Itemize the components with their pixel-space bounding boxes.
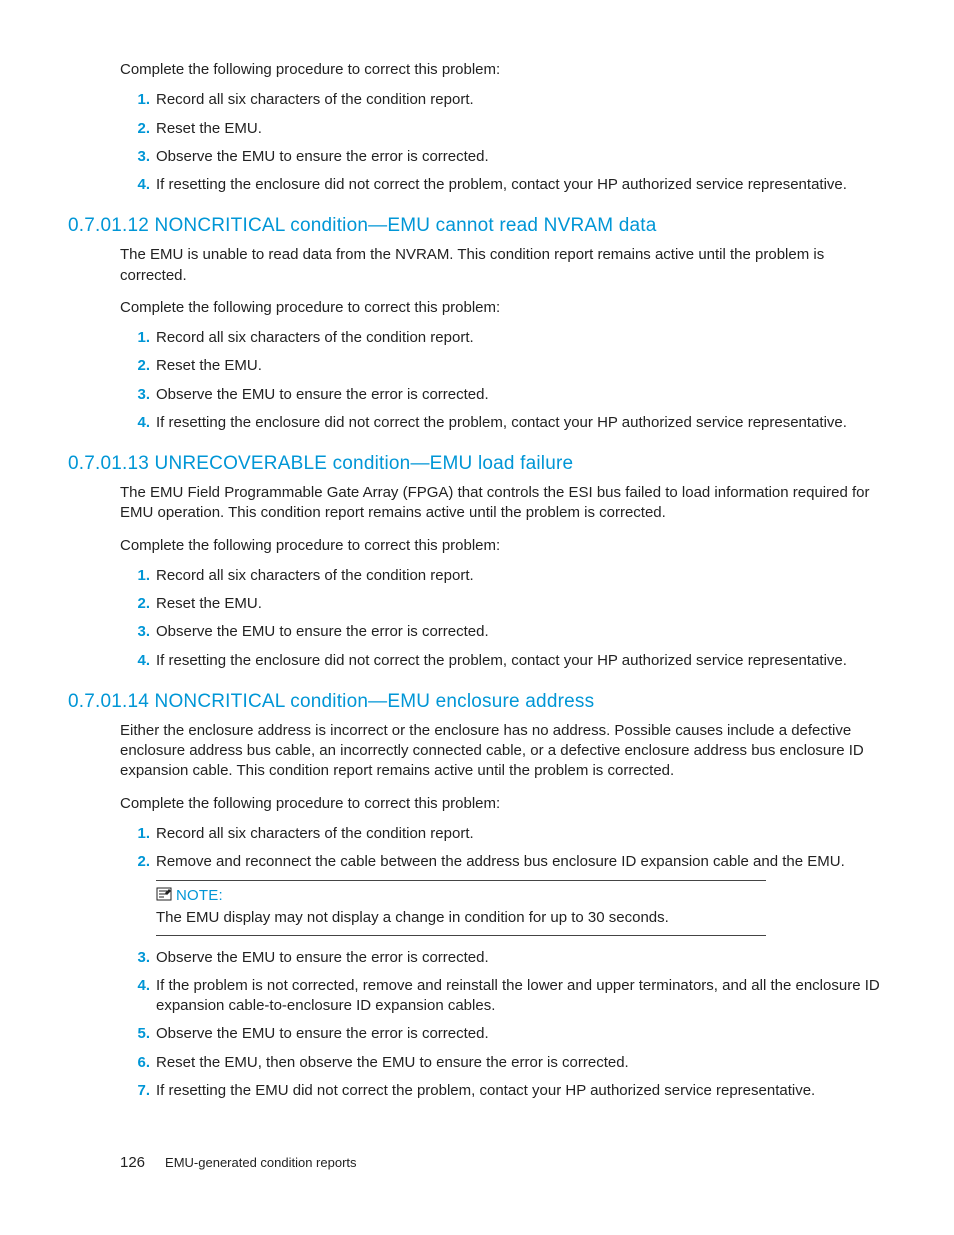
section-2-steps: 1. Record all six characters of the condi… bbox=[120, 566, 886, 671]
list-item: 3. Observe the EMU to ensure the error is… bbox=[120, 622, 886, 642]
step-number: 2. bbox=[120, 852, 150, 872]
step-text: Record all six characters of the conditi… bbox=[156, 824, 886, 844]
list-item: 4. If resetting the enclosure did not cor… bbox=[120, 413, 886, 433]
page: Complete the following procedure to corr… bbox=[0, 0, 954, 1235]
list-item: 2. Remove and reconnect the cable between… bbox=[120, 852, 886, 872]
section-1-heading: 0.7.01.12 NONCRITICAL condition—EMU cann… bbox=[68, 215, 886, 237]
section-3-steps-a: 1. Record all six characters of the condi… bbox=[120, 824, 886, 873]
note-label-row: NOTE: bbox=[156, 887, 886, 904]
step-text: Reset the EMU. bbox=[156, 356, 886, 376]
step-text: If the problem is not corrected, remove … bbox=[156, 976, 886, 1017]
step-text: Record all six characters of the conditi… bbox=[156, 566, 886, 586]
step-text: If resetting the EMU did not correct the… bbox=[156, 1081, 886, 1101]
step-number: 2. bbox=[120, 594, 150, 614]
section-2-procedure-line: Complete the following procedure to corr… bbox=[120, 536, 886, 556]
list-item: 2. Reset the EMU. bbox=[120, 594, 886, 614]
step-text: Observe the EMU to ensure the error is c… bbox=[156, 948, 886, 968]
note-label: NOTE: bbox=[176, 887, 223, 904]
step-number: 1. bbox=[120, 566, 150, 586]
note-text: The EMU display may not display a change… bbox=[156, 908, 766, 928]
section-1-steps: 1. Record all six characters of the condi… bbox=[120, 328, 886, 433]
step-text: If resetting the enclosure did not corre… bbox=[156, 175, 886, 195]
list-item: 3. Observe the EMU to ensure the error is… bbox=[120, 385, 886, 405]
step-number: 6. bbox=[120, 1053, 150, 1073]
step-text: Reset the EMU. bbox=[156, 119, 886, 139]
list-item: 2. Reset the EMU. bbox=[120, 119, 886, 139]
list-item: 3. Observe the EMU to ensure the error is… bbox=[120, 948, 886, 968]
step-text: Observe the EMU to ensure the error is c… bbox=[156, 147, 886, 167]
list-item: 6. Reset the EMU, then observe the EMU to… bbox=[120, 1053, 886, 1073]
section-2-heading: 0.7.01.13 UNRECOVERABLE condition—EMU lo… bbox=[68, 453, 886, 475]
footer-title: EMU-generated condition reports bbox=[165, 1155, 357, 1170]
step-text: Record all six characters of the conditi… bbox=[156, 328, 886, 348]
list-item: 4. If the problem is not corrected, remov… bbox=[120, 976, 886, 1017]
step-text: Reset the EMU. bbox=[156, 594, 886, 614]
step-number: 4. bbox=[120, 651, 150, 671]
step-number: 4. bbox=[120, 175, 150, 195]
list-item: 7. If resetting the EMU did not correct t… bbox=[120, 1081, 886, 1101]
section-0-content: Complete the following procedure to corr… bbox=[120, 60, 886, 195]
list-item: 3. Observe the EMU to ensure the error is… bbox=[120, 147, 886, 167]
step-number: 5. bbox=[120, 1024, 150, 1044]
step-text: If resetting the enclosure did not corre… bbox=[156, 651, 886, 671]
step-number: 4. bbox=[120, 413, 150, 433]
step-number: 1. bbox=[120, 328, 150, 348]
section-3-intro: Either the enclosure address is incorrec… bbox=[120, 721, 886, 782]
step-number: 3. bbox=[120, 385, 150, 405]
step-number: 7. bbox=[120, 1081, 150, 1101]
list-item: 2. Reset the EMU. bbox=[120, 356, 886, 376]
step-text: Observe the EMU to ensure the error is c… bbox=[156, 1024, 886, 1044]
section-3-heading: 0.7.01.14 NONCRITICAL condition—EMU encl… bbox=[68, 691, 886, 713]
step-text: Reset the EMU, then observe the EMU to e… bbox=[156, 1053, 886, 1073]
step-number: 2. bbox=[120, 356, 150, 376]
step-number: 4. bbox=[120, 976, 150, 996]
note-block: NOTE: The EMU display may not display a … bbox=[156, 880, 886, 935]
section-2-intro: The EMU Field Programmable Gate Array (F… bbox=[120, 483, 886, 524]
page-number: 126 bbox=[120, 1154, 145, 1171]
step-text: Remove and reconnect the cable between t… bbox=[156, 852, 886, 872]
list-item: 1. Record all six characters of the condi… bbox=[120, 90, 886, 110]
step-number: 2. bbox=[120, 119, 150, 139]
step-text: If resetting the enclosure did not corre… bbox=[156, 413, 886, 433]
list-item: 1. Record all six characters of the condi… bbox=[120, 328, 886, 348]
note-rule-top bbox=[156, 880, 766, 881]
page-footer: 126 EMU-generated condition reports bbox=[120, 1154, 357, 1171]
list-item: 1. Record all six characters of the condi… bbox=[120, 566, 886, 586]
list-item: 4. If resetting the enclosure did not cor… bbox=[120, 175, 886, 195]
section-3-procedure-line: Complete the following procedure to corr… bbox=[120, 794, 886, 814]
step-text: Record all six characters of the conditi… bbox=[156, 90, 886, 110]
section-1-intro: The EMU is unable to read data from the … bbox=[120, 245, 886, 286]
list-item: 4. If resetting the enclosure did not cor… bbox=[120, 651, 886, 671]
step-number: 3. bbox=[120, 622, 150, 642]
step-number: 3. bbox=[120, 948, 150, 968]
step-text: Observe the EMU to ensure the error is c… bbox=[156, 385, 886, 405]
section-0-steps: 1. Record all six characters of the condi… bbox=[120, 90, 886, 195]
step-number: 1. bbox=[120, 824, 150, 844]
section-3-steps-b: 3. Observe the EMU to ensure the error is… bbox=[120, 948, 886, 1102]
list-item: 5. Observe the EMU to ensure the error is… bbox=[120, 1024, 886, 1044]
section-3: 0.7.01.14 NONCRITICAL condition—EMU encl… bbox=[120, 691, 886, 1101]
section-1-procedure-line: Complete the following procedure to corr… bbox=[120, 298, 886, 318]
note-icon bbox=[156, 887, 172, 904]
step-number: 3. bbox=[120, 147, 150, 167]
note-rule-bottom bbox=[156, 935, 766, 936]
section-0-procedure-line: Complete the following procedure to corr… bbox=[120, 60, 886, 80]
section-1: 0.7.01.12 NONCRITICAL condition—EMU cann… bbox=[120, 215, 886, 433]
section-2: 0.7.01.13 UNRECOVERABLE condition—EMU lo… bbox=[120, 453, 886, 671]
step-text: Observe the EMU to ensure the error is c… bbox=[156, 622, 886, 642]
list-item: 1. Record all six characters of the condi… bbox=[120, 824, 886, 844]
step-number: 1. bbox=[120, 90, 150, 110]
